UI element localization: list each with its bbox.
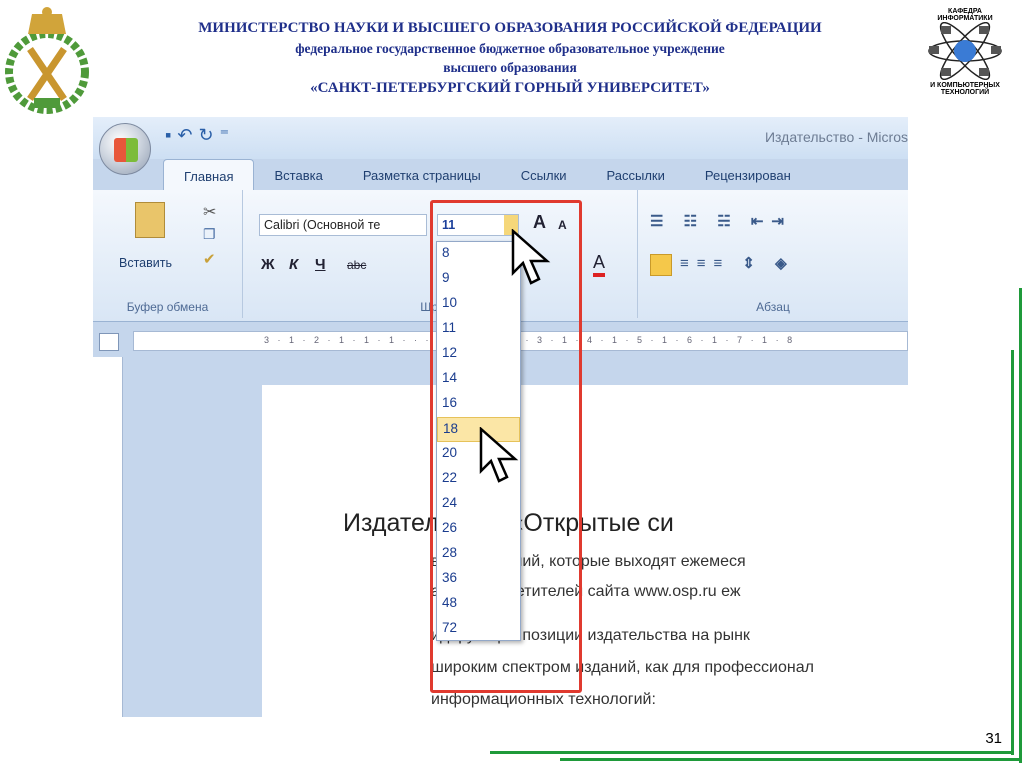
- word-screenshot: ▪↶↻⁼ Издательство - Micros Главная Встав…: [93, 117, 908, 717]
- paragraph-group-label: Абзац: [756, 300, 790, 314]
- mouse-pointer-icon: [511, 229, 551, 285]
- italic-button[interactable]: К: [289, 256, 298, 273]
- format-painter-icon[interactable]: ✔: [203, 250, 216, 268]
- save-icon[interactable]: ▪: [165, 125, 177, 145]
- decorative-line: [1011, 350, 1014, 755]
- university-name: «САНКТ-ПЕТЕРБУРГСКИЙ ГОРНЫЙ УНИВЕРСИТЕТ»: [310, 80, 710, 96]
- cut-icon[interactable]: ✂: [203, 202, 216, 222]
- clipboard-group-label: Буфер обмена: [126, 300, 209, 314]
- department-logo-top: КАФЕДРА ИНФОРМАТИКИ: [937, 8, 993, 22]
- window-title: Издательство - Micros: [764, 129, 908, 145]
- education-level: высшего образования: [443, 60, 577, 75]
- customize-toolbar-icon[interactable]: ⁼: [220, 125, 236, 145]
- undo-icon[interactable]: ↶: [177, 125, 198, 145]
- tab-references[interactable]: Ссылки: [501, 159, 587, 191]
- alignment-buttons[interactable]: ≡≡≡ ⇕ ◈: [680, 254, 795, 272]
- office-button[interactable]: [99, 123, 151, 175]
- list-buttons[interactable]: ☰ ☷ ☵ ⇤⇥: [650, 212, 792, 230]
- tab-review[interactable]: Рецензирован: [685, 159, 811, 191]
- network-globe-icon: [928, 21, 1002, 81]
- mouse-pointer-icon: [479, 427, 519, 483]
- quick-access-toolbar: ▪↶↻⁼: [165, 125, 235, 146]
- font-color-icon[interactable]: A: [593, 252, 606, 277]
- department-logo: КАФЕДРА ИНФОРМАТИКИ И КОМПЬЮТЕРНЫХ ТЕХНО…: [918, 4, 1012, 114]
- paste-icon[interactable]: [135, 202, 165, 238]
- document-line: информационных технологий:: [431, 691, 656, 708]
- align-left-icon[interactable]: [650, 254, 672, 276]
- ribbon-tabs: Главная Вставка Разметка страницы Ссылки…: [163, 159, 811, 191]
- tab-insert[interactable]: Вставка: [254, 159, 342, 191]
- paragraph-group: ☰ ☷ ☵ ⇤⇥ ≡≡≡ ⇕ ◈ Абзац: [638, 190, 908, 318]
- institution-type: федеральное государственное бюджетное об…: [295, 41, 725, 56]
- clipboard-group: ✂ ❐ ✔ Вставить Буфер обмена: [93, 190, 243, 318]
- decorative-line: [1019, 288, 1022, 763]
- strikethrough-button[interactable]: abc: [347, 258, 366, 272]
- paste-button[interactable]: Вставить: [119, 256, 172, 270]
- tab-page-layout[interactable]: Разметка страницы: [343, 159, 501, 191]
- decorative-line: [560, 758, 1022, 761]
- tab-selector-button[interactable]: [99, 333, 119, 351]
- page-number: 31: [985, 730, 1002, 747]
- copy-icon[interactable]: ❐: [203, 226, 216, 243]
- ministry-title: МИНИСТЕРСТВО НАУКИ И ВЫСШЕГО ОБРАЗОВАНИЯ…: [198, 20, 822, 36]
- office-logo-icon: [114, 138, 138, 162]
- university-emblem-logo: [4, 4, 90, 114]
- redo-icon[interactable]: ↻: [198, 125, 219, 145]
- tab-home[interactable]: Главная: [163, 159, 255, 191]
- decorative-line: [490, 751, 1014, 754]
- vertical-ruler[interactable]: [93, 357, 123, 717]
- bold-button[interactable]: Ж: [261, 256, 275, 273]
- tab-mailings[interactable]: Рассылки: [587, 159, 685, 191]
- department-logo-bottom: И КОМПЬЮТЕРНЫХ ТЕХНОЛОГИЙ: [930, 82, 1000, 96]
- underline-button[interactable]: Ч: [315, 256, 326, 273]
- font-name-input[interactable]: Calibri (Основной те: [259, 214, 427, 236]
